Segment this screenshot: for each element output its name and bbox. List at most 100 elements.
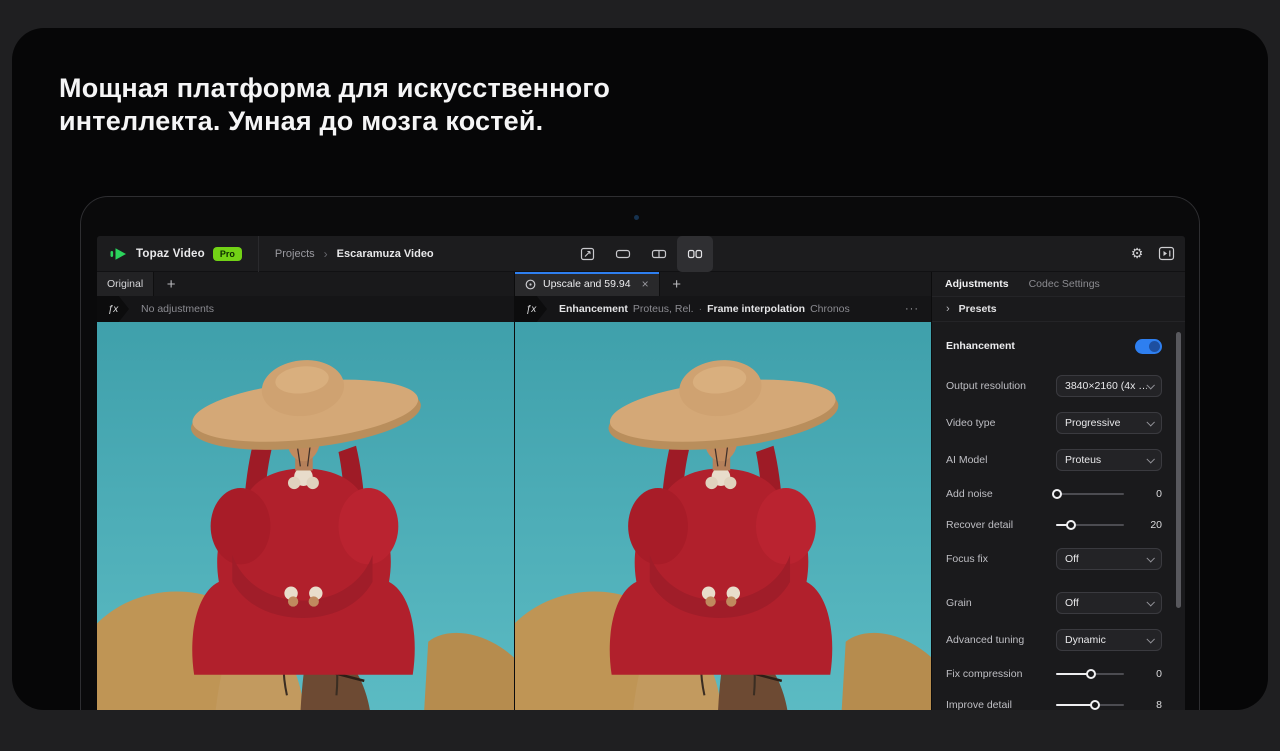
enhancement-info-value: Proteus, Rel. xyxy=(633,303,694,315)
fx-icon: ƒx xyxy=(515,296,547,322)
ai-model-value: Proteus xyxy=(1065,454,1101,466)
frame-interpolation-info-value: Chronos xyxy=(810,303,850,315)
upscale-pane: Upscale and 59.94 × + ƒx Enhancement Pro… xyxy=(515,272,932,710)
split-view-icon xyxy=(651,247,667,261)
output-resolution-value: 3840×2160 (4x … xyxy=(1065,380,1147,392)
original-pane: Original + ƒx No adjustments xyxy=(97,272,515,710)
add-noise-slider[interactable] xyxy=(1056,488,1124,500)
presets-label: Presets xyxy=(959,303,997,315)
focus-fix-dropdown[interactable]: Off xyxy=(1056,548,1162,570)
grain-row: Grain Off xyxy=(932,584,1185,621)
slider-knob[interactable] xyxy=(1090,700,1100,710)
side-by-side-view-button[interactable] xyxy=(677,236,713,272)
split-view-button[interactable] xyxy=(641,236,677,272)
sidebar-tabs: Adjustments Codec Settings xyxy=(932,272,1185,296)
topaz-logo-icon xyxy=(110,247,128,261)
page-title-line2: интеллекта. Умная до мозга костей. xyxy=(59,105,610,138)
workspace: Original + ƒx No adjustments xyxy=(97,272,1185,710)
sidebar-scrollbar[interactable] xyxy=(1176,332,1181,608)
upscale-video-preview[interactable] xyxy=(515,322,931,710)
advanced-tuning-label: Advanced tuning xyxy=(946,634,1024,646)
original-info-text: No adjustments xyxy=(141,303,214,315)
grain-value: Off xyxy=(1065,597,1079,609)
fix-compression-slider[interactable] xyxy=(1056,668,1124,680)
page-title: Мощная платформа для искусственного инте… xyxy=(59,72,610,138)
video-type-dropdown[interactable]: Progressive xyxy=(1056,412,1162,434)
page-background: Мощная платформа для искусственного инте… xyxy=(0,0,1280,751)
original-tabstrip: Original + xyxy=(97,272,514,296)
upscale-info-text: Enhancement Proteus, Rel. · Frame interp… xyxy=(559,303,850,315)
tablet-mockup: Topaz Video Pro Projects › Escaramuza Vi… xyxy=(80,196,1200,710)
improve-detail-label: Improve detail xyxy=(946,699,1012,711)
ai-model-row: AI Model Proteus xyxy=(932,441,1185,478)
recover-detail-slider[interactable] xyxy=(1056,519,1124,531)
breadcrumb-projects[interactable]: Projects xyxy=(275,248,315,260)
slider-knob[interactable] xyxy=(1086,669,1096,679)
grain-label: Grain xyxy=(946,597,972,609)
brand-name: Topaz Video xyxy=(136,248,205,260)
advanced-tuning-dropdown[interactable]: Dynamic xyxy=(1056,629,1162,651)
advanced-tuning-row: Advanced tuning Dynamic xyxy=(932,621,1185,658)
tab-original[interactable]: Original xyxy=(97,272,154,296)
adjustments-sidebar: Adjustments Codec Settings › Presets Enh… xyxy=(932,272,1185,710)
tab-adjustments[interactable]: Adjustments xyxy=(945,278,1009,290)
hero-card: Мощная платформа для искусственного инте… xyxy=(12,28,1268,710)
video-type-value: Progressive xyxy=(1065,417,1120,429)
enhancement-toggle[interactable] xyxy=(1135,339,1162,354)
output-resolution-label: Output resolution xyxy=(946,380,1026,392)
chevron-down-icon xyxy=(1146,418,1154,426)
improve-detail-row: Improve detail 8 xyxy=(932,689,1185,710)
grain-dropdown[interactable]: Off xyxy=(1056,592,1162,614)
app-screen: Topaz Video Pro Projects › Escaramuza Vi… xyxy=(97,236,1185,710)
add-view-button-left[interactable]: + xyxy=(154,272,188,296)
tab-original-label: Original xyxy=(107,278,143,290)
video-type-label: Video type xyxy=(946,417,995,429)
output-resolution-row: Output resolution 3840×2160 (4x … xyxy=(932,367,1185,404)
presets-section-header[interactable]: › Presets xyxy=(932,296,1185,322)
tab-upscale[interactable]: Upscale and 59.94 × xyxy=(515,272,660,296)
enhancement-info-label: Enhancement xyxy=(559,303,628,315)
add-noise-row: Add noise 0 xyxy=(932,478,1185,509)
breadcrumb-separator-icon: › xyxy=(324,247,328,261)
tab-codec-settings[interactable]: Codec Settings xyxy=(1029,278,1100,290)
app-topbar: Topaz Video Pro Projects › Escaramuza Vi… xyxy=(97,236,1185,272)
original-video-preview[interactable] xyxy=(97,322,514,710)
focus-fix-label: Focus fix xyxy=(946,553,988,565)
fix-compression-label: Fix compression xyxy=(946,668,1022,680)
fit-screen-view-button[interactable] xyxy=(569,236,605,272)
sidebar-content: Enhancement Output resolution 3840×2160 … xyxy=(932,322,1185,710)
single-view-icon xyxy=(615,247,631,261)
chevron-down-icon xyxy=(1146,554,1154,562)
original-infobar: ƒx No adjustments xyxy=(97,296,514,322)
chevron-down-icon xyxy=(1146,455,1154,463)
improve-detail-slider[interactable] xyxy=(1056,699,1124,711)
enhancement-label: Enhancement xyxy=(946,340,1015,352)
slider-knob[interactable] xyxy=(1052,489,1062,499)
fix-compression-value: 0 xyxy=(1124,668,1162,680)
view-mode-switcher xyxy=(569,236,713,272)
settings-gear-icon[interactable]: ⚙ xyxy=(1124,245,1150,262)
breadcrumb-current-project: Escaramuza Video xyxy=(337,248,434,260)
add-noise-label: Add noise xyxy=(946,488,993,500)
advanced-tuning-value: Dynamic xyxy=(1065,634,1106,646)
output-resolution-dropdown[interactable]: 3840×2160 (4x … xyxy=(1056,375,1162,397)
tab-close-icon[interactable]: × xyxy=(642,277,649,291)
upscale-infobar: ƒx Enhancement Proteus, Rel. · Frame int… xyxy=(515,296,931,322)
frame-interpolation-info-label: Frame interpolation xyxy=(707,303,805,315)
page-title-line1: Мощная платформа для искусственного xyxy=(59,72,610,105)
ai-model-dropdown[interactable]: Proteus xyxy=(1056,449,1162,471)
recover-detail-row: Recover detail 20 xyxy=(932,509,1185,540)
chevron-down-icon xyxy=(1146,598,1154,606)
improve-detail-value: 8 xyxy=(1124,699,1162,711)
add-view-button-right[interactable]: + xyxy=(660,272,694,296)
info-separator: · xyxy=(699,303,703,315)
chevron-down-icon xyxy=(1146,381,1154,389)
slider-knob[interactable] xyxy=(1066,520,1076,530)
more-options-icon[interactable]: ··· xyxy=(905,303,919,315)
camera-dot xyxy=(634,215,639,220)
chevron-right-icon: › xyxy=(946,303,950,315)
fx-icon: ƒx xyxy=(97,296,129,322)
single-view-button[interactable] xyxy=(605,236,641,272)
export-panel-icon[interactable] xyxy=(1158,246,1175,261)
add-noise-value: 0 xyxy=(1124,488,1162,500)
